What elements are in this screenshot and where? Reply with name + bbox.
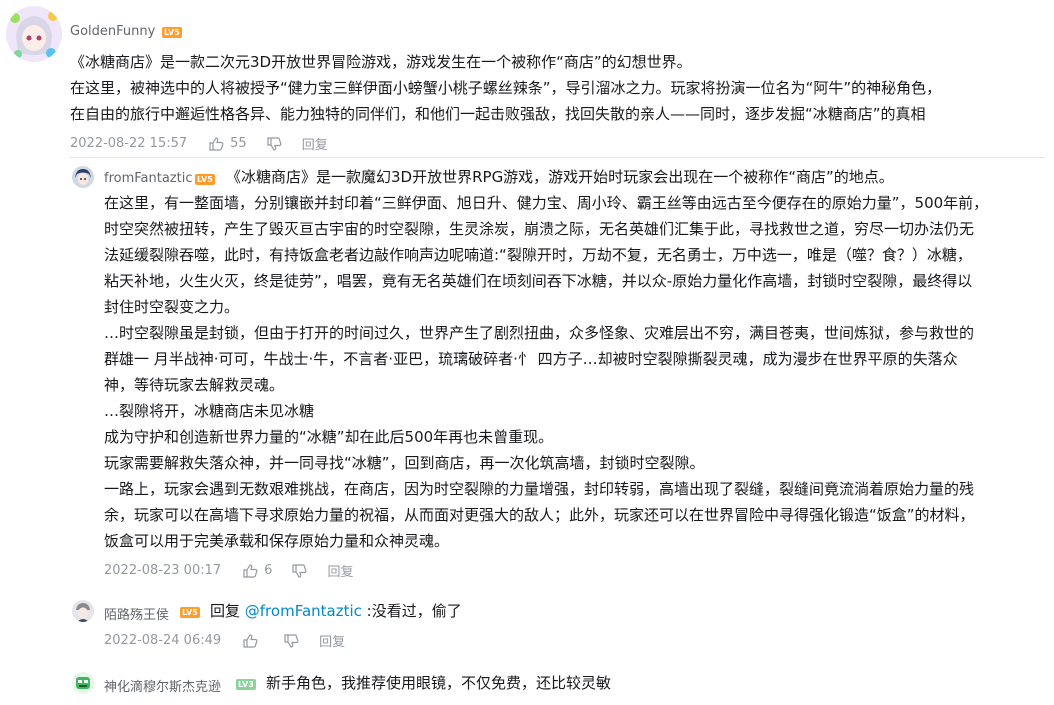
comment-line: 一路上，玩家会遇到无数艰难挑战，在商店，因为时空裂隙的力量增强，封印转弱，高墙出…	[104, 480, 975, 498]
comment-body: :没看过，偷了	[361, 602, 462, 620]
like-count: 6	[264, 563, 273, 578]
like-count: 55	[230, 136, 247, 151]
level-badge: LV5	[162, 27, 182, 38]
comment-meta: 2022-08-23 00:17 6 回复	[104, 561, 353, 580]
comment-line: 成为守护和创造新世界力量的“冰糖”却在此后500年再也未曾重现。	[104, 428, 554, 446]
reply-button[interactable]: 回复	[327, 561, 353, 580]
reply-button[interactable]: 回复	[319, 631, 345, 650]
divider	[70, 157, 1045, 158]
comment-line: …时空裂隙虽是封锁，但由于打开的时间过久，世界产生了剧烈扭曲，众多怪象、灾难层出…	[104, 324, 975, 342]
comment-line: 在这里，有一整面墙，分别镶嵌并封印着“三鲜伊面、旭日升、健力宝、周小玲、霸王丝等…	[104, 194, 989, 212]
avatar[interactable]	[6, 6, 62, 62]
comment-time: 2022-08-24 06:49	[104, 633, 222, 648]
avatar-character-icon	[72, 672, 94, 694]
like-button[interactable]: 55	[209, 136, 247, 151]
dislike-button[interactable]	[284, 633, 299, 648]
comment-line: 群雄一 月半战神·可可，牛战士·牛，不言者·亚巴，琉璃破碎者·忄 四方子…却被时…	[104, 350, 958, 368]
username[interactable]: 神化滴穆尔斯杰克逊	[104, 676, 221, 695]
comment-meta: 2022-08-24 06:49 回复	[104, 631, 345, 650]
avatar-anime-girl-icon	[6, 6, 62, 62]
avatar[interactable]	[72, 672, 94, 694]
comment-line: 余，玩家可以在高墙下寻求原始力量的祝福，从而面对更强大的敌人；此外，玩家还可以在…	[104, 506, 975, 524]
username[interactable]: GoldenFunny	[70, 24, 155, 39]
dislike-button[interactable]	[267, 136, 282, 151]
like-button[interactable]: 6	[243, 563, 272, 578]
thumbs-down-icon	[284, 633, 299, 648]
reply-button[interactable]: 回复	[302, 134, 328, 153]
dislike-button[interactable]	[292, 563, 307, 578]
level-badge: LV3	[236, 679, 256, 690]
comment-line: 玩家需要解救失落众神，并一同寻找“冰糖”，回到商店，再一次化筑高墙，封锁时空裂隙…	[104, 454, 705, 472]
avatar-character-icon	[72, 166, 94, 188]
comment-line: 法延缓裂隙吞噬，此时，有持饭盒老者边敲作响声边呢喃道:“裂隙开时，万劫不复，无名…	[104, 246, 972, 264]
comment-line: 粘天补地，火生火灭，终是徒劳”，唱罢，竟有无名英雄们在顷刻间吞下冰糖，并以众-原…	[104, 272, 973, 290]
comment-line: 时空突然被扭转，产生了毁灭亘古宇宙的时空裂隙，生灵涂炭，崩溃之际，无名英雄们汇集…	[104, 220, 975, 238]
mention-link[interactable]: @fromFantaztic	[245, 602, 362, 620]
username[interactable]: fromFantaztic	[104, 171, 193, 186]
comment-text: 在这里，有一整面墙，分别镶嵌并封印着“三鲜伊面、旭日升、健力宝、周小玲、霸王丝等…	[104, 190, 988, 554]
thumbs-up-icon	[243, 563, 258, 578]
username[interactable]: 陌路殇王侯	[104, 604, 169, 623]
comment-line: …裂隙将开，冰糖商店未见冰糖	[104, 402, 315, 420]
comment-time: 2022-08-22 15:57	[70, 136, 188, 151]
comment-meta: 2022-08-22 15:57 55 回复	[70, 134, 328, 153]
avatar-character-icon	[72, 600, 94, 622]
comment-line: 神，等待玩家去解救灵魂。	[104, 376, 285, 394]
avatar[interactable]	[72, 600, 94, 622]
avatar[interactable]	[72, 166, 94, 188]
comment-text: 回复 @fromFantaztic :没看过，偷了	[210, 598, 462, 624]
comment-time: 2022-08-23 00:17	[104, 563, 222, 578]
level-badge: LV5	[180, 607, 200, 618]
comment-line: 在自由的旅行中邂逅性格各异、能力独特的同伴们，和他们一起击败强敌，找回失散的亲人…	[70, 105, 926, 123]
thumbs-down-icon	[292, 563, 307, 578]
comment-first-line: 《冰糖商店》是一款魔幻3D开放世界RPG游戏，游戏开始时玩家会出现在一个被称作“…	[226, 168, 894, 186]
comment-line: 在这里，被神选中的人将被授予“健力宝三鲜伊面小螃蟹小桃子螺丝辣条”，导引溜冰之力…	[70, 79, 942, 97]
level-badge: LV5	[195, 174, 215, 185]
like-button[interactable]	[243, 633, 264, 648]
thumbs-up-icon	[243, 633, 258, 648]
thumbs-down-icon	[267, 136, 282, 151]
comment-text: 新手角色，我推荐使用眼镜，不仅免费，还比较灵敏	[266, 674, 612, 692]
thumbs-up-icon	[209, 136, 224, 151]
comment-line: 封住时空裂变之力。	[104, 298, 240, 316]
comment-line: 饭盒可以用于完美承载和保存原始力量和众神灵魂。	[104, 532, 450, 550]
comment-text: 《冰糖商店》是一款二次元3D开放世界冒险游戏，游戏发生在一个被称作“商店”的幻想…	[70, 49, 941, 127]
reply-prefix: 回复	[210, 602, 245, 620]
comment-line: 《冰糖商店》是一款二次元3D开放世界冒险游戏，游戏发生在一个被称作“商店”的幻想…	[70, 53, 692, 71]
